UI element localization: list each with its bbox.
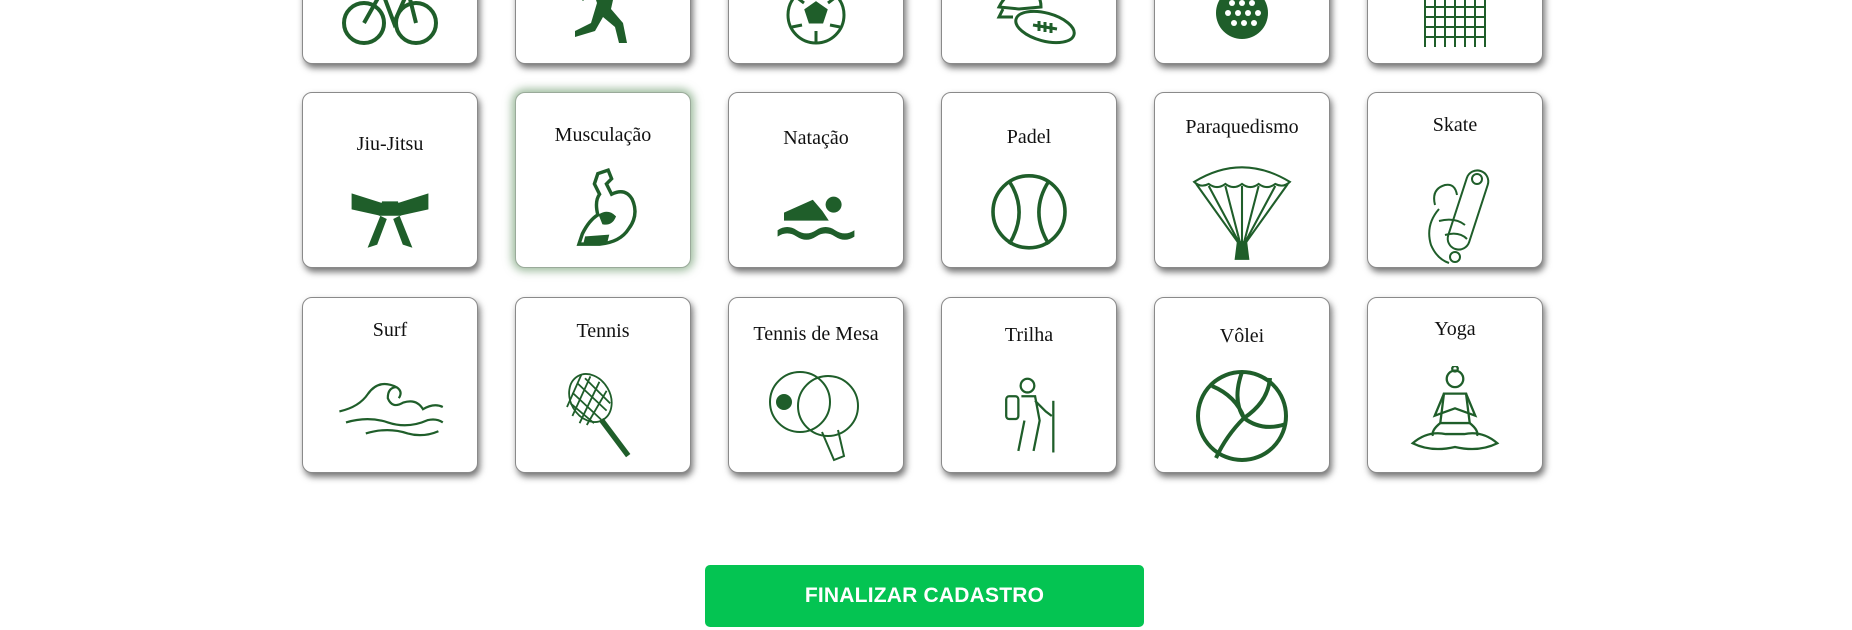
ping-pong-paddles-icon — [764, 366, 868, 466]
yoga-icon — [1408, 366, 1502, 458]
sport-card-yoga[interactable]: Yoga — [1367, 297, 1543, 473]
sport-label: Trilha — [1004, 324, 1054, 346]
padel-ball-icon — [984, 165, 1074, 255]
sport-card-natacao[interactable]: Natação — [728, 92, 904, 268]
sport-label: Vôlei — [1219, 325, 1265, 347]
sport-card-goal[interactable] — [1367, 0, 1543, 64]
sport-label: Jiu-Jitsu — [356, 133, 424, 155]
sport-label: Paraquedismo — [1185, 116, 1299, 138]
sport-label: Skate — [1432, 114, 1478, 136]
sport-label: Musculação — [554, 124, 652, 146]
sport-card-padel[interactable]: Padel — [941, 92, 1117, 268]
goal-net-icon — [1405, 0, 1505, 47]
wave-icon — [332, 374, 448, 440]
sport-card-volei[interactable]: Vôlei — [1154, 297, 1330, 473]
sport-card-skate[interactable]: Skate — [1367, 92, 1543, 268]
sport-label: Yoga — [1434, 318, 1476, 340]
sport-card-paraquedismo[interactable]: Paraquedismo — [1154, 92, 1330, 268]
sports-grid: Jiu-Jitsu Musculação Natação Padel Paraq… — [0, 0, 1852, 630]
sport-label: Surf — [372, 319, 408, 341]
soccer-ball-icon — [766, 0, 866, 47]
bicycle-icon — [340, 0, 440, 47]
golf-ball-icon — [1192, 0, 1292, 47]
swimmer-icon — [776, 171, 856, 251]
sport-card-football[interactable] — [941, 0, 1117, 64]
sport-card-jiu-jitsu[interactable]: Jiu-Jitsu — [302, 92, 478, 268]
sport-card-tennis-de-mesa[interactable]: Tennis de Mesa — [728, 297, 904, 473]
sport-card-musculacao[interactable]: Musculação — [515, 92, 691, 268]
sport-label: Natação — [783, 127, 849, 149]
sport-card-tennis[interactable]: Tennis — [515, 297, 691, 473]
sport-card-soccer[interactable] — [728, 0, 904, 64]
skater-icon — [1405, 163, 1505, 267]
flexed-arm-icon — [560, 165, 646, 251]
tennis-racket-icon — [558, 364, 648, 468]
sport-label: Tennis — [576, 320, 630, 342]
runner-icon — [553, 0, 653, 47]
sport-card-surf[interactable]: Surf — [302, 297, 478, 473]
sport-card-running[interactable] — [515, 0, 691, 64]
parachute-icon — [1187, 159, 1297, 263]
sport-card-trilha[interactable]: Trilha — [941, 297, 1117, 473]
sport-label: Padel — [1006, 126, 1052, 148]
sport-card-bicycle[interactable] — [302, 0, 478, 64]
hiker-icon — [991, 366, 1067, 466]
belt-icon — [348, 171, 432, 251]
sport-label: Tennis de Mesa — [753, 323, 879, 345]
volleyball-icon — [1192, 366, 1292, 466]
football-helmet-icon — [979, 0, 1079, 47]
finalizar-cadastro-button[interactable]: FINALIZAR CADASTRO — [705, 565, 1144, 627]
sport-card-golf[interactable] — [1154, 0, 1330, 64]
